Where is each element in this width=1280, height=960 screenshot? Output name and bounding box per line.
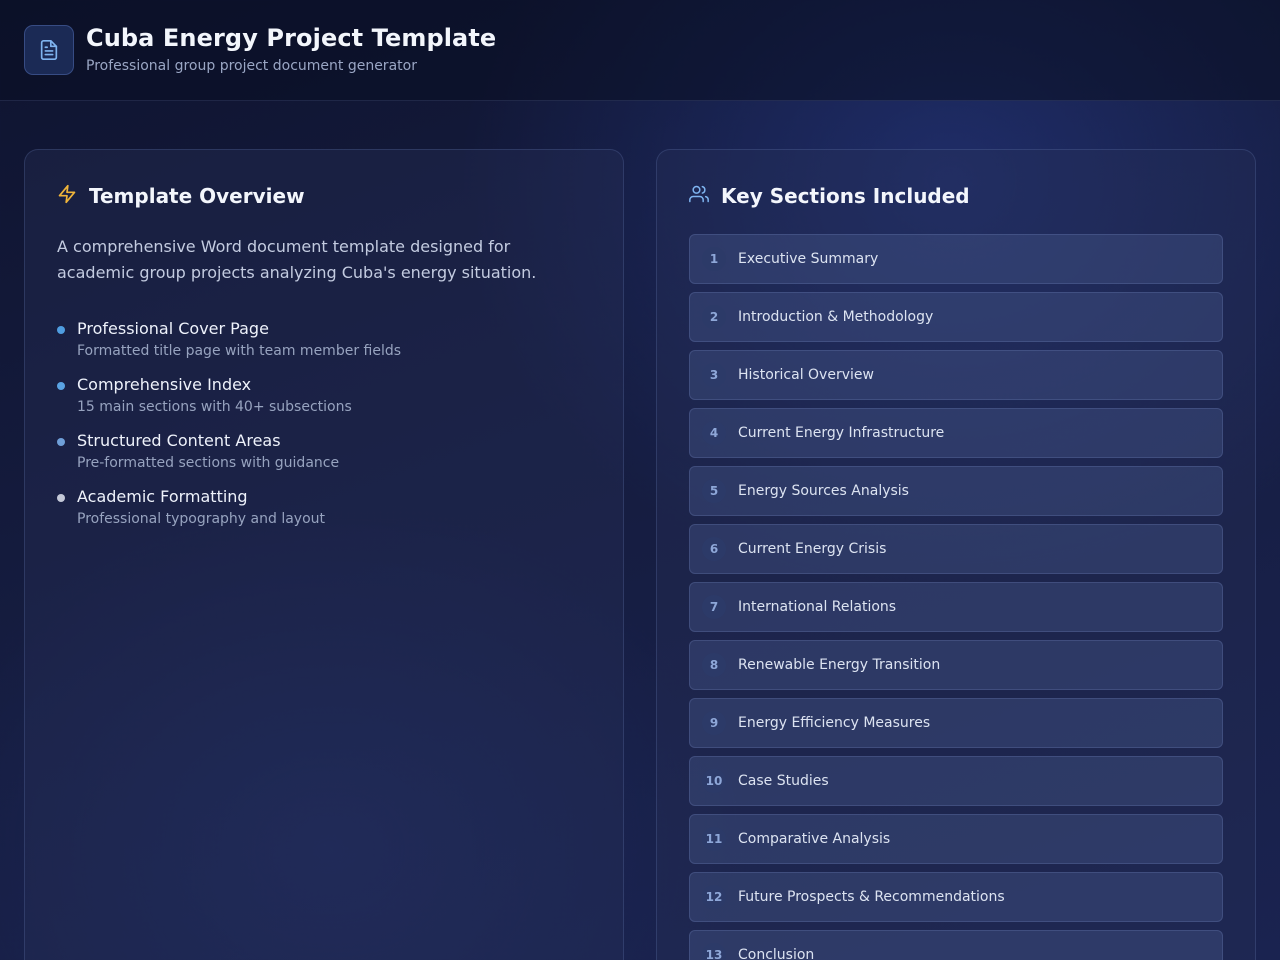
section-label: Future Prospects & Recommendations [738,889,1005,905]
section-number-badge: 2 [702,305,726,329]
overview-heading-row: Template Overview [57,184,305,208]
section-item-case-studies[interactable]: 10 Case Studies [689,756,1223,806]
users-icon [689,184,709,208]
section-label: Introduction & Methodology [738,309,934,325]
feature-item: Academic Formatting Professional typogra… [57,486,577,542]
section-item-conclusion[interactable]: 13 Conclusion [689,930,1223,960]
feature-description: Formatted title page with team member fi… [77,343,402,359]
section-label: Energy Efficiency Measures [738,715,931,731]
feature-title: Academic Formatting [77,487,248,506]
section-number-badge: 12 [702,885,726,909]
feature-title: Comprehensive Index [77,375,252,394]
section-label: Historical Overview [738,367,874,383]
section-label: Current Energy Crisis [738,541,887,557]
section-number-badge: 3 [702,363,726,387]
page-title: Cuba Energy Project Template [86,24,497,52]
sections-heading-row: Key Sections Included [689,184,970,208]
section-list: 1 Executive Summary 2 Introduction & Metho… [689,234,1223,960]
lightning-icon [57,184,77,208]
bullet-dot-icon [57,494,65,502]
feature-item: Professional Cover Page Formatted title … [57,318,577,374]
section-item-international-relations[interactable]: 7 International Relations [689,582,1223,632]
feature-title: Professional Cover Page [77,319,269,338]
section-number-badge: 8 [702,653,726,677]
section-item-future-prospects[interactable]: 12 Future Prospects & Recommendations [689,872,1223,922]
section-label: Conclusion [738,947,815,960]
template-overview-card: Template Overview A comprehensive Word d… [24,149,624,960]
section-label: Energy Sources Analysis [738,483,909,499]
section-number-badge: 5 [702,479,726,503]
bullet-dot-icon [57,382,65,390]
feature-description: Pre-formatted sections with guidance [77,455,340,471]
feature-list: Professional Cover Page Formatted title … [57,318,577,542]
section-number-badge: 13 [702,943,726,960]
document-icon [24,25,74,75]
section-number-badge: 11 [702,827,726,851]
sections-heading: Key Sections Included [721,184,970,208]
feature-description: Professional typography and layout [77,511,326,527]
overview-heading: Template Overview [89,184,305,208]
section-number-badge: 10 [702,769,726,793]
section-number-badge: 6 [702,537,726,561]
section-item-energy-sources[interactable]: 5 Energy Sources Analysis [689,466,1223,516]
section-number-badge: 9 [702,711,726,735]
feature-item: Comprehensive Index 15 main sections wit… [57,374,577,430]
app-header: Cuba Energy Project Template Professiona… [0,0,1280,101]
section-label: Current Energy Infrastructure [738,425,945,441]
section-label: Comparative Analysis [738,831,891,847]
page-subtitle: Professional group project document gene… [86,58,417,74]
overview-description: A comprehensive Word document template d… [57,237,537,282]
bullet-dot-icon [57,326,65,334]
section-item-energy-crisis[interactable]: 6 Current Energy Crisis [689,524,1223,574]
section-label: International Relations [738,599,897,615]
section-number-badge: 1 [702,247,726,271]
section-label: Executive Summary [738,251,879,267]
feature-description: 15 main sections with 40+ subsections [77,399,352,415]
key-sections-card: Key Sections Included 1 Executive Summary… [656,149,1256,960]
section-label: Renewable Energy Transition [738,657,941,673]
section-item-comparative-analysis[interactable]: 11 Comparative Analysis [689,814,1223,864]
section-item-efficiency-measures[interactable]: 9 Energy Efficiency Measures [689,698,1223,748]
bullet-dot-icon [57,438,65,446]
section-item-energy-infrastructure[interactable]: 4 Current Energy Infrastructure [689,408,1223,458]
section-number-badge: 4 [702,421,726,445]
section-item-renewable-transition[interactable]: 8 Renewable Energy Transition [689,640,1223,690]
section-label: Case Studies [738,773,829,789]
section-item-executive-summary[interactable]: 1 Executive Summary [689,234,1223,284]
section-item-historical-overview[interactable]: 3 Historical Overview [689,350,1223,400]
feature-title: Structured Content Areas [77,431,281,450]
section-number-badge: 7 [702,595,726,619]
section-item-introduction[interactable]: 2 Introduction & Methodology [689,292,1223,342]
feature-item: Structured Content Areas Pre-formatted s… [57,430,577,486]
